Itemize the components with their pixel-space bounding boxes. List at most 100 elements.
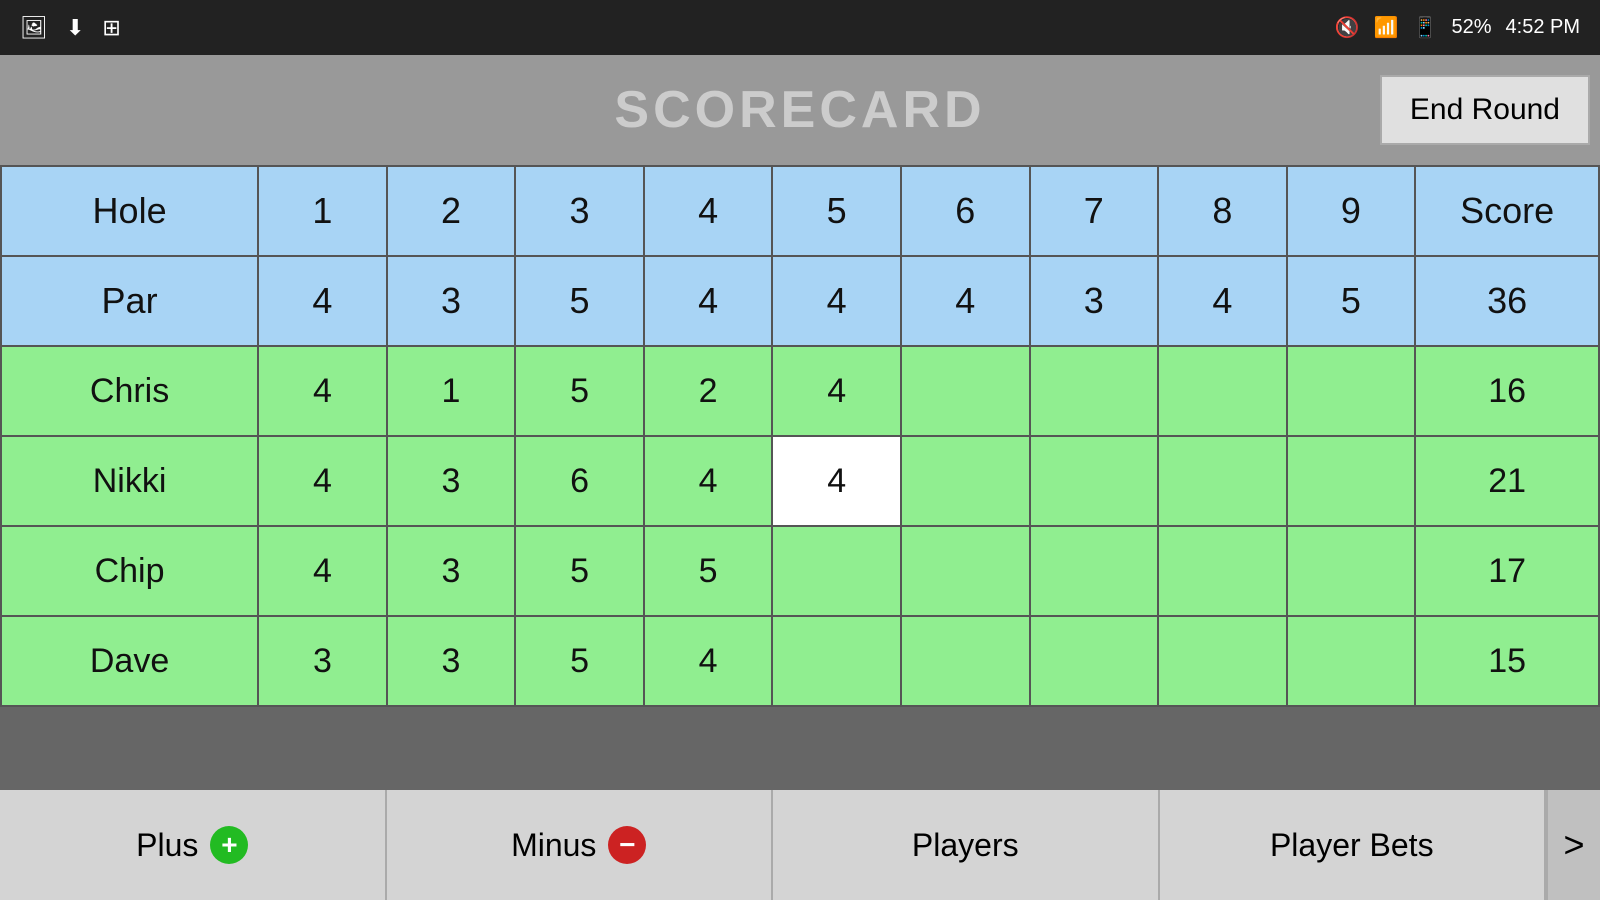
chip-h5[interactable] — [772, 526, 901, 616]
hole-4: 4 — [644, 166, 773, 256]
dave-h8[interactable] — [1158, 616, 1287, 706]
chris-h1[interactable]: 4 — [258, 346, 387, 436]
chris-h7[interactable] — [1030, 346, 1159, 436]
players-label: Players — [912, 827, 1019, 864]
minus-icon: − — [608, 826, 646, 864]
player-name-nikki: Nikki — [1, 436, 258, 526]
chris-h4[interactable]: 2 — [644, 346, 773, 436]
hole-2: 2 — [387, 166, 516, 256]
table-row: Dave 3 3 5 4 15 — [1, 616, 1599, 706]
battery-percent: 52% — [1451, 16, 1491, 39]
dave-h9[interactable] — [1287, 616, 1416, 706]
players-button[interactable]: Players — [773, 790, 1160, 900]
par-total: 36 — [1415, 256, 1599, 346]
dave-total: 15 — [1415, 616, 1599, 706]
status-left-icons: 🖼 ⬇ ⊞ — [20, 15, 121, 41]
time-display: 4:52 PM — [1506, 16, 1580, 39]
hole-8: 8 — [1158, 166, 1287, 256]
nikki-h4[interactable]: 4 — [644, 436, 773, 526]
minus-label: Minus — [511, 827, 596, 864]
par-1: 4 — [258, 256, 387, 346]
dave-h5[interactable] — [772, 616, 901, 706]
player-bets-label: Player Bets — [1270, 827, 1434, 864]
dave-h7[interactable] — [1030, 616, 1159, 706]
hole-label: Hole — [1, 166, 258, 256]
chip-total: 17 — [1415, 526, 1599, 616]
scorecard-table: Hole 1 2 3 4 5 6 7 8 9 Score Par 4 3 5 4… — [0, 165, 1600, 707]
chris-h3[interactable]: 5 — [515, 346, 644, 436]
nikki-h8[interactable] — [1158, 436, 1287, 526]
header: SCORECARD End Round — [0, 55, 1600, 165]
chip-h6[interactable] — [901, 526, 1030, 616]
dave-h1[interactable]: 3 — [258, 616, 387, 706]
hole-3: 3 — [515, 166, 644, 256]
nikki-h5[interactable]: 4 — [772, 436, 901, 526]
signal-icon: 📱 — [1413, 15, 1438, 40]
chip-h3[interactable]: 5 — [515, 526, 644, 616]
status-right-icons: 🔇 📶 📱 52% 4:52 PM — [1335, 15, 1580, 40]
chris-total: 16 — [1415, 346, 1599, 436]
par-label: Par — [1, 256, 258, 346]
chip-h9[interactable] — [1287, 526, 1416, 616]
nikki-h9[interactable] — [1287, 436, 1416, 526]
dave-h2[interactable]: 3 — [387, 616, 516, 706]
par-3: 5 — [515, 256, 644, 346]
table-row: Chris 4 1 5 2 4 16 — [1, 346, 1599, 436]
player-name-chip: Chip — [1, 526, 258, 616]
nikki-total: 21 — [1415, 436, 1599, 526]
hole-row: Hole 1 2 3 4 5 6 7 8 9 Score — [1, 166, 1599, 256]
nikki-h1[interactable]: 4 — [258, 436, 387, 526]
chris-h8[interactable] — [1158, 346, 1287, 436]
player-bets-button[interactable]: Player Bets — [1160, 790, 1547, 900]
par-4: 4 — [644, 256, 773, 346]
table-row: Chip 4 3 5 5 17 — [1, 526, 1599, 616]
hole-5: 5 — [772, 166, 901, 256]
chip-h1[interactable]: 4 — [258, 526, 387, 616]
hole-6: 6 — [901, 166, 1030, 256]
nikki-h2[interactable]: 3 — [387, 436, 516, 526]
par-2: 3 — [387, 256, 516, 346]
arrow-button[interactable]: > — [1546, 790, 1600, 900]
scorecard-title: SCORECARD — [614, 80, 985, 140]
dave-h6[interactable] — [901, 616, 1030, 706]
end-round-button[interactable]: End Round — [1380, 75, 1590, 145]
score-header: Score — [1415, 166, 1599, 256]
chris-h5[interactable]: 4 — [772, 346, 901, 436]
dave-h3[interactable]: 5 — [515, 616, 644, 706]
nikki-h7[interactable] — [1030, 436, 1159, 526]
chris-h2[interactable]: 1 — [387, 346, 516, 436]
par-row: Par 4 3 5 4 4 4 3 4 5 36 — [1, 256, 1599, 346]
table-row: Nikki 4 3 6 4 4 21 — [1, 436, 1599, 526]
bottom-bar: Plus + Minus − Players Player Bets > — [0, 790, 1600, 900]
par-8: 4 — [1158, 256, 1287, 346]
plus-label: Plus — [136, 827, 198, 864]
download-icon: ⬇ — [66, 15, 84, 41]
par-5: 4 — [772, 256, 901, 346]
chip-h8[interactable] — [1158, 526, 1287, 616]
mute-icon: 🔇 — [1335, 15, 1360, 40]
minus-button[interactable]: Minus − — [387, 790, 774, 900]
chris-h6[interactable] — [901, 346, 1030, 436]
player-name-chris: Chris — [1, 346, 258, 436]
par-7: 3 — [1030, 256, 1159, 346]
hole-9: 9 — [1287, 166, 1416, 256]
chip-h4[interactable]: 5 — [644, 526, 773, 616]
wifi-icon: 📶 — [1374, 15, 1399, 40]
hole-7: 7 — [1030, 166, 1159, 256]
nikki-h3[interactable]: 6 — [515, 436, 644, 526]
chris-h9[interactable] — [1287, 346, 1416, 436]
dave-h4[interactable]: 4 — [644, 616, 773, 706]
status-bar: 🖼 ⬇ ⊞ 🔇 📶 📱 52% 4:52 PM — [0, 0, 1600, 55]
par-9: 5 — [1287, 256, 1416, 346]
grid-icon: ⊞ — [102, 15, 120, 41]
chip-h7[interactable] — [1030, 526, 1159, 616]
image-icon: 🖼 — [20, 15, 48, 41]
nikki-h6[interactable] — [901, 436, 1030, 526]
par-6: 4 — [901, 256, 1030, 346]
plus-button[interactable]: Plus + — [0, 790, 387, 900]
scorecard-area: Hole 1 2 3 4 5 6 7 8 9 Score Par 4 3 5 4… — [0, 165, 1600, 790]
plus-icon: + — [210, 826, 248, 864]
chip-h2[interactable]: 3 — [387, 526, 516, 616]
player-name-dave: Dave — [1, 616, 258, 706]
hole-1: 1 — [258, 166, 387, 256]
